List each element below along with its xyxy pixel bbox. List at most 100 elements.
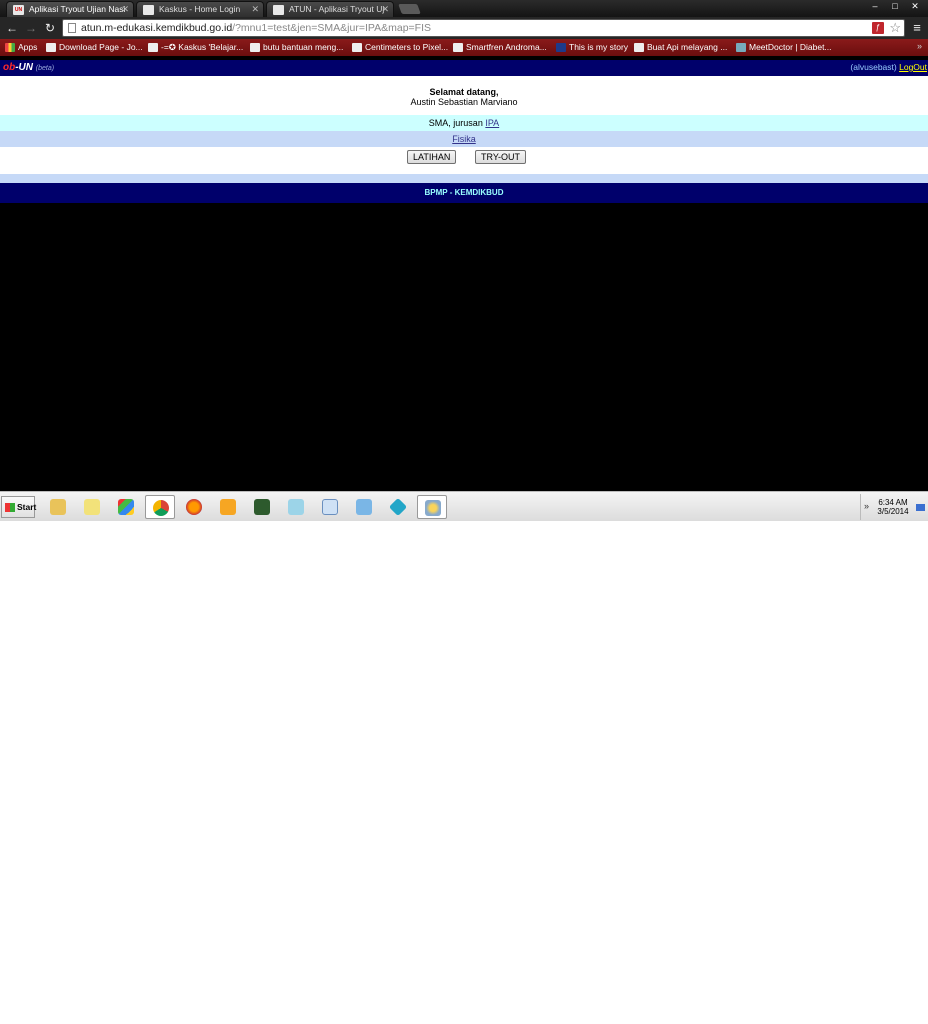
new-tab-button[interactable] (398, 4, 421, 14)
taskbar-cmd[interactable] (247, 495, 277, 519)
taskbar-chrome[interactable] (145, 495, 175, 519)
mode-buttons-row: LATIHAN TRY-OUT (0, 147, 928, 174)
bookmark-item[interactable]: MeetDoctor | Diabet... (736, 41, 832, 54)
taskbar-paint[interactable] (417, 495, 447, 519)
spacer-row (0, 174, 928, 183)
start-button[interactable]: Start (1, 496, 36, 518)
address-bar[interactable]: atun.m-edukasi.kemdikbud.go.id/?mnu1=tes… (62, 19, 905, 37)
control-panel-icon (356, 499, 372, 515)
atun-favicon-icon (273, 5, 284, 15)
bookmark-item[interactable]: Buat Api melayang ... (634, 41, 727, 54)
bookmark-apps[interactable]: Apps (5, 41, 37, 54)
network-icon[interactable] (916, 504, 925, 511)
bookmark-star-icon[interactable]: ☆ (889, 20, 901, 36)
window-close-button[interactable]: ✕ (906, 0, 924, 13)
close-icon[interactable]: ✕ (381, 2, 389, 17)
paint-icon (425, 500, 441, 516)
un-favicon-icon: UN (13, 5, 24, 15)
bookmark-favicon-icon (148, 43, 158, 52)
bookmarks-overflow-button[interactable]: » (917, 41, 922, 51)
reload-icon[interactable]: ↻ (42, 20, 58, 36)
page-viewport: ob-UN (beta) (alvusebast) LogOut Selamat… (0, 56, 928, 491)
page-icon (352, 43, 362, 52)
forward-arrow-icon[interactable]: → (23, 20, 39, 36)
terminal-icon (254, 499, 270, 515)
welcome-greeting: Selamat datang, (429, 87, 499, 97)
site-logo: ob-UN (beta) (3, 62, 55, 73)
welcome-panel: Selamat datang, Austin Sebastian Marvian… (0, 76, 928, 115)
diamond-icon (388, 497, 408, 517)
close-icon[interactable]: ✕ (121, 2, 129, 17)
taskbar-media-player[interactable] (213, 495, 243, 519)
chrome-icon (153, 500, 169, 516)
taskbar-folder[interactable] (77, 495, 107, 519)
bookmark-item[interactable]: Download Page - Jo... (46, 41, 143, 54)
tab-aplikasi-tryout[interactable]: UN Aplikasi Tryout Ujian Nasi ✕ (6, 1, 134, 17)
taskbar: Start » 6:34 AM 3/5/2014 (0, 491, 928, 521)
windows-flag-icon (118, 499, 134, 515)
show-hidden-icons-button[interactable]: » (864, 501, 869, 511)
bookmark-favicon-icon (736, 43, 746, 52)
taskbar-notes[interactable] (281, 495, 311, 519)
major-link[interactable]: IPA (485, 118, 499, 128)
taskbar-windows[interactable] (111, 495, 141, 519)
level-major-row: SMA, jurusan IPA (0, 115, 928, 131)
bookmark-favicon-icon (453, 43, 463, 52)
bookmark-favicon-icon (634, 43, 644, 52)
bookmark-item[interactable]: Centimeters to Pixel... (352, 41, 448, 54)
clock[interactable]: 6:34 AM 3/5/2014 (875, 498, 911, 516)
bookmark-item[interactable]: butu bantuan meng... (250, 41, 343, 54)
bookmark-favicon-icon (46, 43, 56, 52)
bookmark-item[interactable]: Smartfren Androma... (453, 41, 547, 54)
user-area: (alvusebast) LogOut (850, 62, 927, 72)
bookmark-favicon-icon (250, 43, 260, 52)
clock-date: 3/5/2014 (877, 507, 909, 516)
tryout-button[interactable]: TRY-OUT (475, 150, 527, 164)
username-label: (alvusebast) (850, 62, 897, 72)
taskbar-firefox[interactable] (179, 495, 209, 519)
tab-atun[interactable]: ATUN - Aplikasi Tryout Uj ✕ (266, 1, 394, 17)
page-icon (68, 23, 76, 33)
taskbar-app[interactable] (383, 495, 413, 519)
tab-title: ATUN - Aplikasi Tryout Uj (289, 4, 385, 14)
clock-time: 6:34 AM (878, 498, 908, 507)
maximize-button[interactable]: □ (886, 0, 904, 13)
folder-icon (84, 499, 100, 515)
subject-row: Fisika (0, 131, 928, 147)
play-icon (220, 499, 236, 515)
tab-kaskus[interactable]: Kaskus - Home Login ✕ (136, 1, 264, 17)
flash-blocked-icon[interactable]: ƒ (872, 22, 884, 34)
folder-icon (50, 499, 66, 515)
firefox-icon (186, 499, 202, 515)
back-arrow-icon[interactable]: ← (4, 20, 20, 36)
site-header: ob-UN (beta) (alvusebast) LogOut (0, 60, 928, 76)
calculator-icon (322, 499, 338, 515)
minimize-button[interactable]: – (866, 0, 884, 13)
latihan-button[interactable]: LATIHAN (407, 150, 457, 164)
tab-title: Kaskus - Home Login (159, 4, 241, 14)
kaskus-favicon-icon (143, 5, 154, 15)
logout-link[interactable]: LogOut (899, 62, 927, 72)
url-text[interactable]: atun.m-edukasi.kemdikbud.go.id/?mnu1=tes… (81, 22, 431, 34)
system-tray: » 6:34 AM 3/5/2014 (860, 494, 928, 520)
bookmark-item[interactable]: This is my story (556, 41, 628, 54)
site-footer: BPMP - KEMDIKBUD (0, 183, 928, 203)
level-text: SMA, jurusan (428, 118, 483, 128)
taskbar-calculator[interactable] (315, 495, 345, 519)
bookmark-favicon-icon (556, 43, 566, 52)
bookmarks-bar: Apps Download Page - Jo... -=✪ Kaskus 'B… (0, 39, 928, 56)
tab-title: Aplikasi Tryout Ujian Nasi (29, 4, 126, 14)
windows-logo-icon (5, 503, 15, 512)
apps-grid-icon (5, 43, 15, 52)
user-fullname: Austin Sebastian Marviano (410, 97, 518, 107)
notepad-icon (288, 499, 304, 515)
subject-link[interactable]: Fisika (452, 134, 476, 144)
taskbar-control-panel[interactable] (349, 495, 379, 519)
menu-icon[interactable]: ≡ (910, 20, 924, 36)
browser-tabstrip: UN Aplikasi Tryout Ujian Nasi ✕ Kaskus -… (0, 0, 928, 17)
screen: UN Aplikasi Tryout Ujian Nasi ✕ Kaskus -… (0, 0, 928, 521)
close-icon[interactable]: ✕ (251, 2, 259, 17)
browser-toolbar: ← → ↻ atun.m-edukasi.kemdikbud.go.id/?mn… (0, 17, 928, 39)
bookmark-item[interactable]: -=✪ Kaskus 'Belajar... (148, 41, 243, 54)
taskbar-explorer[interactable] (43, 495, 73, 519)
